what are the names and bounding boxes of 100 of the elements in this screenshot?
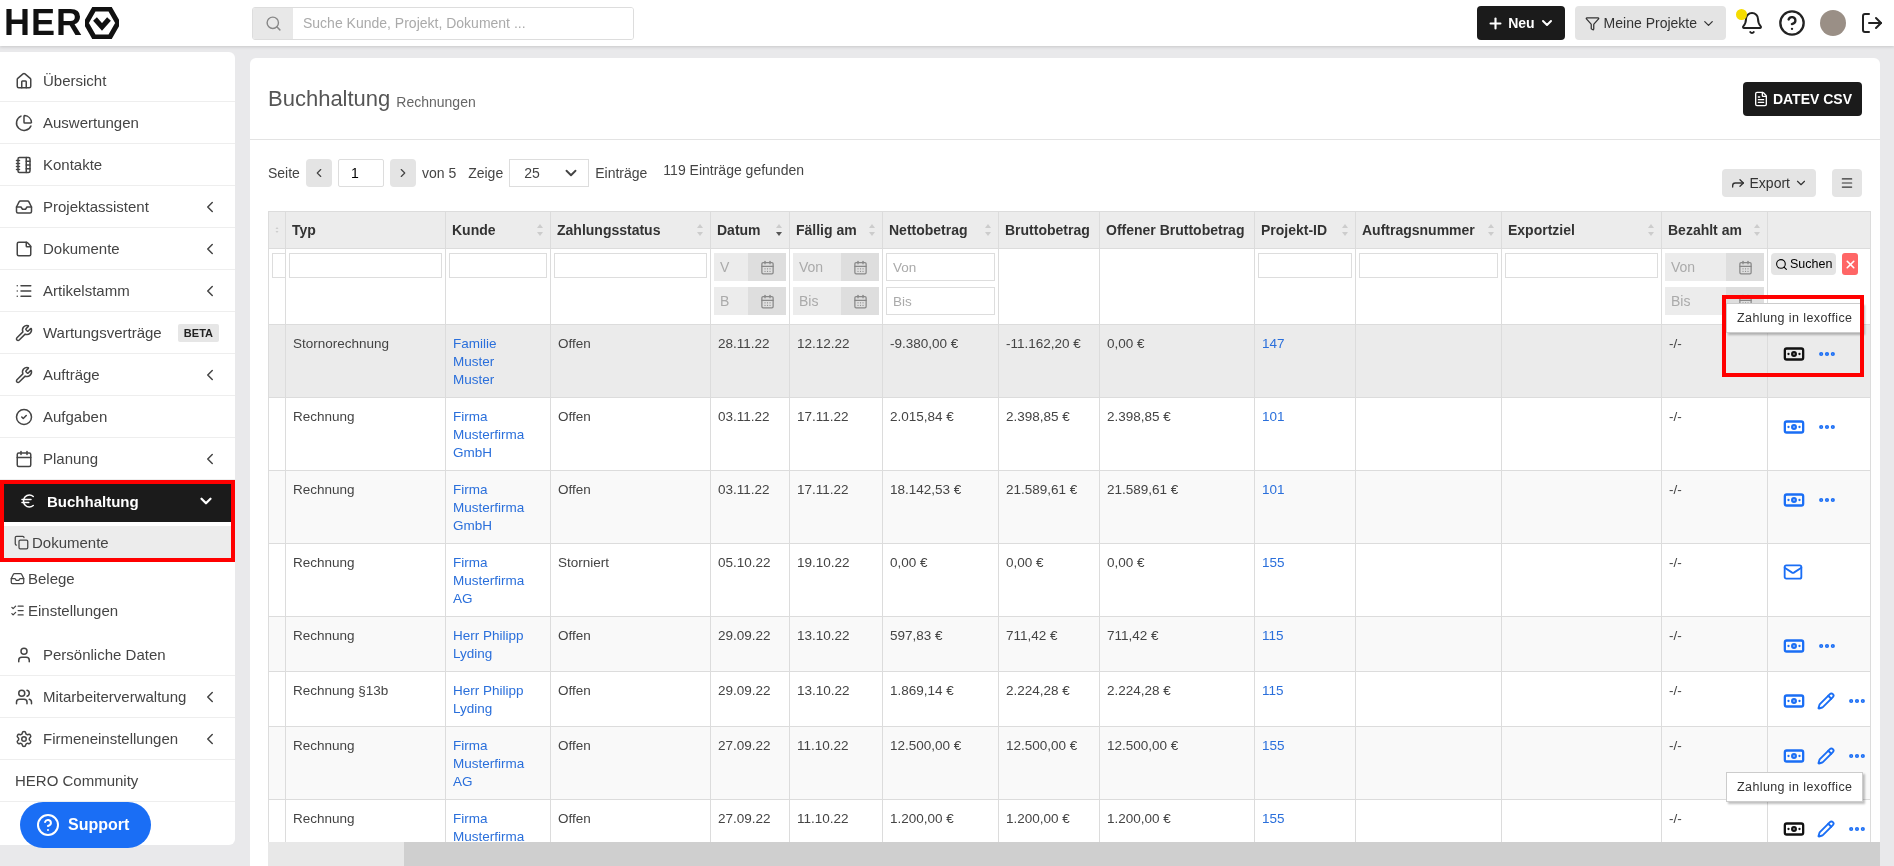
export-button[interactable]: Export xyxy=(1721,169,1816,197)
table-cell: 711,42 € xyxy=(1006,628,1058,643)
date-input[interactable]: Bis xyxy=(793,287,841,315)
previous-page-button[interactable] xyxy=(305,159,332,187)
date-input[interactable]: Bis xyxy=(1665,287,1726,315)
mail-icon[interactable] xyxy=(1783,562,1803,582)
table-cell: 03.11.22 xyxy=(718,409,770,424)
filter-input[interactable] xyxy=(449,253,547,278)
column-header[interactable]: Bezahlt am xyxy=(1661,211,1768,249)
column-header[interactable]: Kunde xyxy=(445,211,551,249)
column-header[interactable]: Nettobetrag xyxy=(882,211,999,249)
search-button[interactable]: Suchen xyxy=(1771,253,1837,275)
sidebar-item[interactable]: Artikelstamm xyxy=(0,270,235,312)
table-cell: 17.11.22 xyxy=(797,409,849,424)
sidebar-item-icon xyxy=(15,407,33,426)
table-cell: Storniert xyxy=(558,555,610,570)
avatar[interactable] xyxy=(1820,10,1846,36)
calendar-button[interactable] xyxy=(841,253,879,281)
filter-input[interactable]: Bis xyxy=(886,287,995,315)
search-field[interactable]: Suche Kunde, Projekt, Dokument ... xyxy=(252,6,634,40)
table-cell: 1.200,00 € xyxy=(1107,811,1171,826)
sidebar-item-icon xyxy=(15,155,33,174)
page-size-select[interactable]: 25 xyxy=(509,159,590,187)
help-icon xyxy=(36,813,60,837)
next-page-button[interactable] xyxy=(389,159,416,187)
pencil-icon[interactable] xyxy=(1817,747,1835,765)
sidebar-item[interactable]: Aufgaben xyxy=(0,396,235,438)
sidebar-subitem[interactable]: Belege xyxy=(0,562,235,594)
calendar-button[interactable] xyxy=(1726,253,1764,281)
date-input[interactable]: V xyxy=(714,253,748,281)
sidebar-subitem[interactable]: Einstellungen xyxy=(0,594,235,626)
column-header[interactable]: Exportziel xyxy=(1501,211,1662,249)
filter-input[interactable] xyxy=(289,253,442,278)
plus-icon xyxy=(1487,14,1505,32)
date-input[interactable]: B xyxy=(714,287,748,315)
page-input[interactable]: 1 xyxy=(337,159,384,187)
table-cell: 11.10.22 xyxy=(797,738,849,753)
support-button[interactable]: Support xyxy=(20,802,152,848)
sidebar-item[interactable]: Wartungsverträge BETA xyxy=(0,312,235,354)
column-header[interactable]: Typ xyxy=(285,211,446,249)
date-input[interactable]: Von xyxy=(1665,253,1726,281)
sidebar-item[interactable]: Planung xyxy=(0,438,235,480)
clear-button[interactable] xyxy=(1842,253,1859,275)
sidebar-item[interactable]: Persönliche Daten xyxy=(0,634,235,676)
column-header[interactable]: Zahlungsstatus xyxy=(550,211,711,249)
sidebar-item[interactable]: Mitarbeiterverwaltung xyxy=(0,676,235,718)
table-cell: 2.224,28 € xyxy=(1006,683,1070,698)
filter-input[interactable] xyxy=(272,253,286,278)
table-cell: Rechnung §13b xyxy=(293,683,389,698)
filter-input[interactable] xyxy=(1505,253,1658,278)
sidebar-item[interactable]: Aufträge xyxy=(0,354,235,396)
column-header[interactable]: Offener Bruttobetrag xyxy=(1099,211,1255,249)
hexagon-logo-icon xyxy=(85,7,119,39)
sort-icon[interactable] xyxy=(775,223,783,237)
sidebar-item-icon xyxy=(15,449,33,468)
calendar-button[interactable] xyxy=(748,253,786,281)
sidebar-subitem-icon xyxy=(14,534,29,550)
new-button[interactable]: Neu xyxy=(1477,6,1565,40)
sidebar-item-icon xyxy=(15,71,33,90)
page-subtitle: Rechnungen xyxy=(396,93,476,110)
filter-input[interactable] xyxy=(1359,253,1498,278)
column-header[interactable]: Bruttobetrag xyxy=(998,211,1100,249)
table-cell: 27.09.22 xyxy=(718,738,771,753)
calendar-icon xyxy=(759,259,775,275)
calendar-button[interactable] xyxy=(748,287,786,315)
sidebar-item[interactable]: Kontakte xyxy=(0,144,235,186)
table-cell: Offen xyxy=(558,738,591,753)
sidebar-item[interactable]: Dokumente xyxy=(0,228,235,270)
column-header[interactable]: Datum xyxy=(710,211,790,249)
table-cell: -11.162,20 € xyxy=(1006,336,1081,351)
table-cell: 21.589,61 € xyxy=(1006,482,1078,497)
sidebar-item[interactable]: Übersicht xyxy=(0,60,235,102)
calendar-icon xyxy=(852,259,868,275)
filter-input[interactable]: Von xyxy=(886,253,995,281)
filter-button[interactable]: Meine Projekte xyxy=(1574,6,1726,40)
column-header[interactable]: Projekt-ID xyxy=(1254,211,1356,249)
filter-input[interactable] xyxy=(1258,253,1352,278)
menu-icon xyxy=(1840,175,1854,191)
menu-button[interactable] xyxy=(1832,169,1862,197)
sidebar-item[interactable]: Projektassistent xyxy=(0,186,235,228)
funnel-icon xyxy=(1584,15,1600,31)
datev-csv-button[interactable]: DATEV CSV xyxy=(1742,81,1862,116)
logout-icon[interactable] xyxy=(1860,11,1884,35)
calendar-button[interactable] xyxy=(841,287,879,315)
pencil-icon[interactable] xyxy=(1817,692,1835,710)
pencil-icon[interactable] xyxy=(1817,820,1835,838)
sidebar-subitem[interactable]: Dokumente xyxy=(4,526,231,558)
calendar-icon xyxy=(1737,259,1753,275)
filter-input[interactable] xyxy=(554,253,707,278)
table-cell: 1.869,14 € xyxy=(890,683,954,698)
sidebar-item-icon xyxy=(15,687,33,706)
column-header[interactable]: Auftragsnummer xyxy=(1355,211,1502,249)
table-cell: -/- xyxy=(1669,482,1682,497)
table-cell: 0,00 € xyxy=(890,555,928,570)
date-input[interactable]: Von xyxy=(793,253,841,281)
help-icon[interactable] xyxy=(1778,9,1806,37)
horizontal-scrollbar[interactable] xyxy=(268,842,1880,866)
sidebar-item[interactable]: Auswertungen xyxy=(0,102,235,144)
column-header[interactable]: Fällig am xyxy=(789,211,883,249)
sidebar-item[interactable]: Firmeneinstellungen xyxy=(0,718,235,760)
